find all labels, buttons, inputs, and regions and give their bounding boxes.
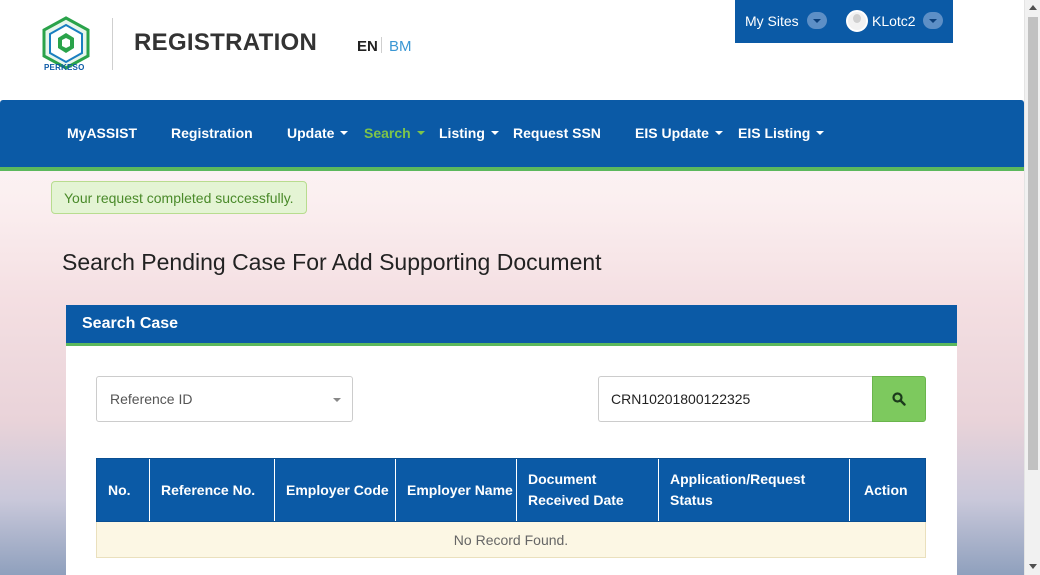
logo-text: PERKESO [44, 63, 85, 72]
header-divider [112, 18, 113, 70]
search-button[interactable] [872, 376, 926, 422]
user-menu-chevron-down-icon[interactable] [923, 12, 943, 29]
scroll-up-icon[interactable] [1029, 5, 1037, 10]
nav-item-registration[interactable]: Registration [171, 125, 253, 141]
chevron-down-icon[interactable] [333, 398, 341, 402]
chevron-down-icon [340, 131, 349, 136]
nav-item-listing[interactable]: Listing [439, 125, 499, 141]
nav-item-myassist[interactable]: MyASSIST [67, 125, 137, 141]
chevron-down-icon [714, 131, 723, 136]
col-reference-no[interactable]: Reference No. [150, 459, 275, 521]
lang-en-link[interactable]: EN [357, 38, 378, 55]
my-sites-chevron-down-icon[interactable] [807, 12, 827, 29]
scroll-down-icon[interactable] [1029, 564, 1037, 569]
lang-bm-link[interactable]: BM [389, 38, 412, 55]
app-title: REGISTRATION [134, 29, 318, 56]
nav-item-update[interactable]: Update [287, 125, 349, 141]
chevron-down-icon [816, 131, 825, 136]
page-scrollbar[interactable] [1024, 0, 1040, 575]
my-sites-menu[interactable]: My Sites [745, 13, 799, 29]
chevron-down-icon [490, 131, 499, 136]
col-application-status[interactable]: Application/Request Status [659, 459, 850, 521]
col-no[interactable]: No. [97, 459, 150, 521]
panel-header: Search Case [66, 305, 957, 343]
user-menu[interactable]: KLotc2 [872, 13, 916, 29]
success-alert: Your request completed successfully. [51, 181, 307, 214]
nav-item-eis-listing[interactable]: EIS Listing [738, 125, 825, 141]
col-action[interactable]: Action [850, 459, 925, 521]
scroll-thumb[interactable] [1028, 17, 1038, 470]
empty-table-row: No Record Found. [96, 522, 926, 558]
col-employer-name[interactable]: Employer Name [396, 459, 517, 521]
lang-divider [381, 37, 382, 53]
search-type-select[interactable]: Reference ID [96, 376, 353, 422]
search-input[interactable] [598, 376, 873, 422]
nav-accent-bar [0, 167, 1024, 171]
page-title: Search Pending Case For Add Supporting D… [62, 249, 602, 275]
nav-item-eis-update[interactable]: EIS Update [635, 125, 723, 141]
col-document-received-date[interactable]: Document Received Date [517, 459, 659, 521]
chevron-down-icon [416, 131, 425, 136]
search-icon [892, 392, 906, 406]
col-employer-code[interactable]: Employer Code [275, 459, 396, 521]
results-table-header: No. Reference No. Employer Code Employer… [96, 458, 926, 522]
nav-item-search[interactable]: Search [364, 125, 425, 141]
avatar[interactable] [846, 10, 868, 32]
main-nav [0, 100, 1024, 167]
nav-item-request-ssn[interactable]: Request SSN [513, 125, 601, 141]
